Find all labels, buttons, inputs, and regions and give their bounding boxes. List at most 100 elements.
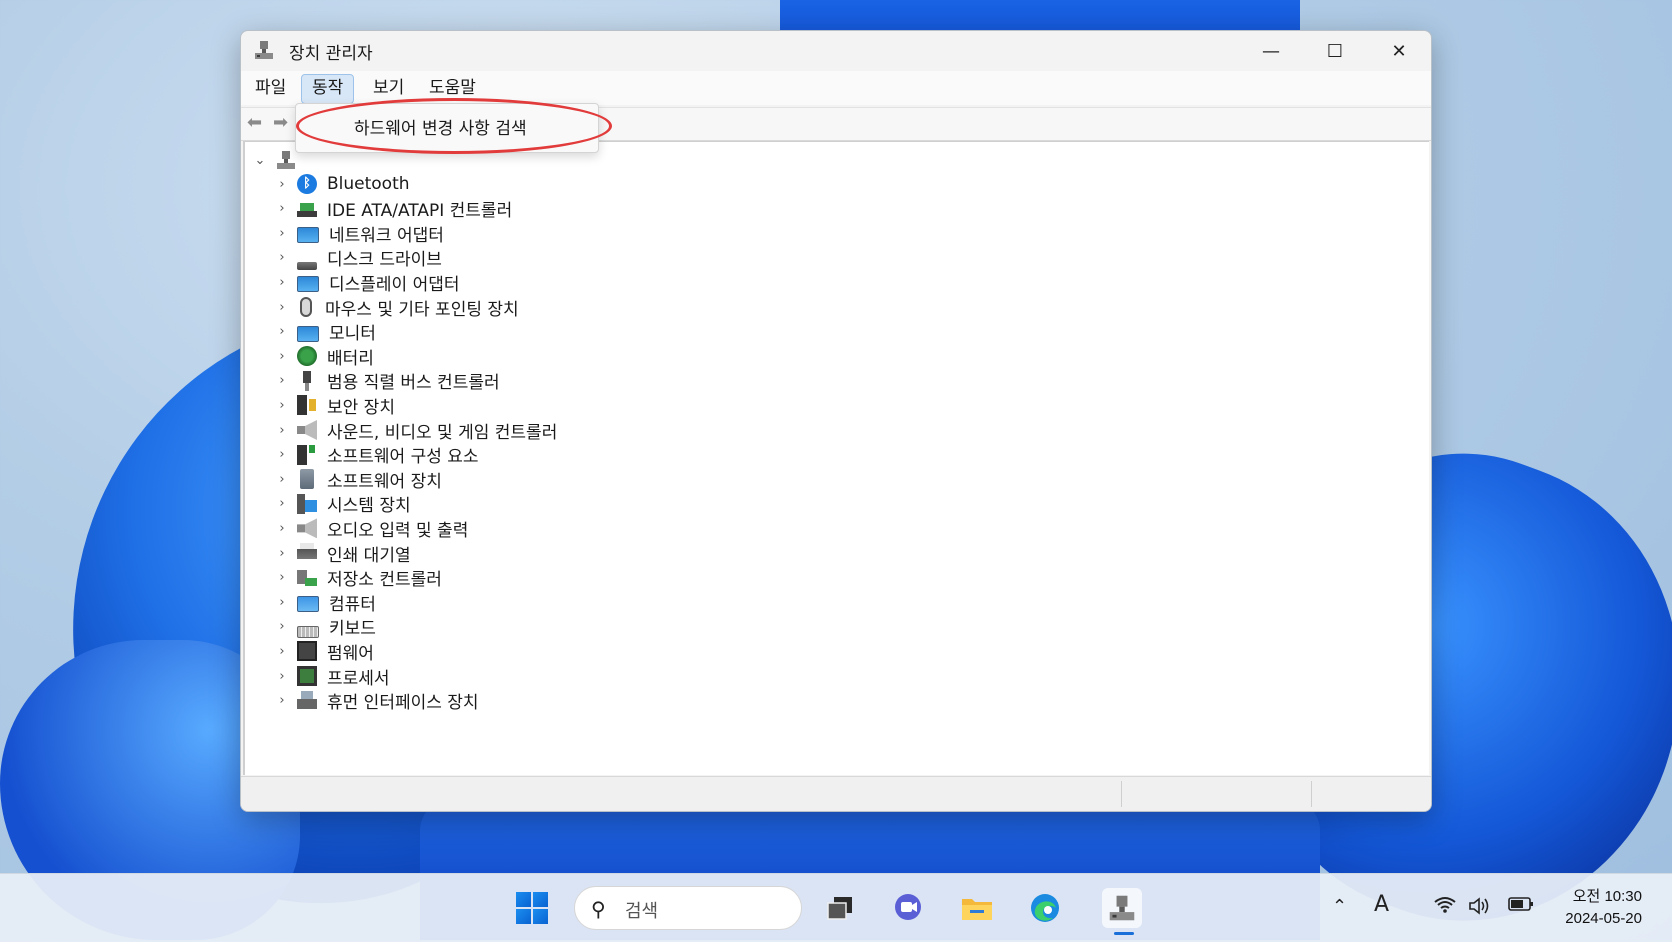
tree-item-computer[interactable]: › 컴퓨터 [275,590,376,615]
tree-item-hid[interactable]: › 휴먼 인터페이스 장치 [275,689,479,713]
processor-icon [297,666,317,686]
tree-item-processor[interactable]: › 프로세서 [275,664,390,689]
chevron-right-icon[interactable]: › [275,398,289,413]
tree-item-label: 소프트웨어 장치 [327,471,442,492]
tree-item-label: 프로세서 [327,668,390,689]
chat-button[interactable] [888,888,928,928]
controller-board-icon [297,198,317,219]
mouse-icon [300,297,312,317]
tree-item-monitor[interactable]: › 모니터 [275,320,376,344]
security-device-icon [297,395,317,416]
menu-help[interactable]: 도움말 [419,74,486,102]
chevron-right-icon[interactable]: › [275,669,289,684]
tree-item-label: 저장소 컨트롤러 [327,570,442,591]
tree-item-network[interactable]: › 네트워크 어댑터 [275,221,444,246]
task-view-icon [827,897,852,920]
tree-item-software-component[interactable]: › 소프트웨어 구성 요소 [275,443,479,467]
menu-file[interactable]: 파일 [245,74,296,102]
tree-item-ide[interactable]: › IDE ATA/ATAPI 컨트롤러 [275,197,512,221]
chevron-right-icon[interactable]: › [275,275,289,290]
chevron-right-icon[interactable]: › [275,423,289,438]
menu-action[interactable]: 동작 [301,74,355,104]
hid-icon [297,690,317,711]
tree-item-display[interactable]: › 디스플레이 어댑터 [275,270,460,295]
tree-item-battery[interactable]: › 배터리 [275,344,374,369]
chevron-right-icon[interactable]: › [275,349,289,364]
tree-item-software-device[interactable]: › 소프트웨어 장치 [275,467,442,492]
tree-item-label: 컴퓨터 [329,594,376,615]
tree-item-label: 네트워크 어댑터 [329,225,444,246]
start-button[interactable] [512,888,552,928]
display-adapter-icon [297,276,319,293]
active-app-indicator [1114,932,1134,935]
monitor-icon [297,325,319,342]
maximize-button[interactable]: ☐ [1303,31,1367,71]
chevron-right-icon[interactable]: › [275,373,289,388]
input-indicator[interactable]: A [1374,892,1389,917]
chevron-right-icon[interactable]: › [275,546,289,561]
chevron-right-icon[interactable]: › [275,619,289,634]
device-manager-taskbar-button[interactable] [1102,888,1142,928]
battery-icon [297,346,317,367]
battery-status-icon[interactable] [1508,896,1534,917]
chevron-right-icon[interactable]: › [275,570,289,585]
speaker-icon [297,420,317,440]
system-clock[interactable]: 오전 10:30 2024-05-20 [1565,886,1642,930]
tree-item-audio[interactable]: › 오디오 입력 및 출력 [275,516,469,541]
chevron-up-icon[interactable]: ⌃ [1332,896,1347,917]
chevron-right-icon[interactable]: › [275,496,289,511]
forward-arrow-icon[interactable]: ➡ [273,113,295,133]
tree-item-security[interactable]: › 보안 장치 [275,393,395,418]
close-button[interactable]: ✕ [1367,31,1431,71]
scan-hardware-changes-item[interactable]: 하드웨어 변경 사항 검색 [354,114,527,139]
tree-item-label: 소프트웨어 구성 요소 [327,447,479,468]
chevron-right-icon[interactable]: › [275,595,289,610]
status-divider [1121,781,1122,807]
minimize-button[interactable]: — [1239,31,1303,71]
device-tree: ⌄ › ᛒ Bluetooth › IDE ATA/ATAPI 컨트롤러 › 네… [243,141,1429,775]
chevron-right-icon[interactable]: › [275,447,289,462]
network-adapter-icon [297,227,319,244]
file-explorer-button[interactable] [957,888,997,928]
back-arrow-icon[interactable]: ⬅ [247,113,269,133]
chevron-right-icon[interactable]: › [275,693,289,708]
chevron-right-icon[interactable]: › [275,521,289,536]
tree-item-firmware[interactable]: › 펌웨어 [275,639,374,664]
taskbar-search-box[interactable]: ⚲ 검색 [574,886,802,930]
chevron-right-icon[interactable]: › [275,250,289,265]
tree-item-sound[interactable]: › 사운드, 비디오 및 게임 컨트롤러 [275,418,558,443]
tree-item-usb[interactable]: › 범용 직렬 버스 컨트롤러 [275,369,500,393]
tree-item-label: 디스플레이 어댑터 [329,274,460,295]
firmware-icon [297,641,317,662]
chevron-right-icon[interactable]: › [275,177,289,192]
software-device-icon [300,469,314,490]
tree-item-label: 오디오 입력 및 출력 [327,520,469,541]
tree-item-storage[interactable]: › 저장소 컨트롤러 [275,566,442,590]
chevron-right-icon[interactable]: › [275,226,289,241]
tree-item-label: 배터리 [327,348,374,369]
status-bar [241,776,1431,811]
edge-browser-button[interactable] [1025,888,1065,928]
title-bar[interactable]: 장치 관리자 — ☐ ✕ [241,31,1431,71]
menu-bar: 파일 동작 보기 도움말 [241,71,1431,105]
chevron-right-icon[interactable]: › [275,300,289,315]
tree-item-mouse[interactable]: › 마우스 및 기타 포인팅 장치 [275,295,519,320]
status-divider [1311,781,1312,807]
task-view-button[interactable] [820,888,860,928]
chevron-down-icon[interactable]: ⌄ [253,153,267,168]
chevron-right-icon[interactable]: › [275,644,289,659]
tree-item-bluetooth[interactable]: › ᛒ Bluetooth [275,172,410,196]
tree-item-print-queue[interactable]: › 인쇄 대기열 [275,541,411,566]
tree-item-keyboard[interactable]: › 키보드 [275,615,376,639]
storage-controller-icon [297,567,317,588]
tree-item-label: 사운드, 비디오 및 게임 컨트롤러 [327,422,558,443]
chevron-right-icon[interactable]: › [275,324,289,339]
chevron-right-icon[interactable]: › [275,201,289,216]
tree-root[interactable]: ⌄ [253,148,297,172]
tree-item-disk[interactable]: › 디스크 드라이브 [275,246,442,270]
volume-icon[interactable] [1468,896,1492,921]
tree-item-system[interactable]: › 시스템 장치 [275,492,411,516]
chevron-right-icon[interactable]: › [275,472,289,487]
menu-view[interactable]: 보기 [363,74,414,102]
wifi-icon[interactable] [1434,896,1456,919]
